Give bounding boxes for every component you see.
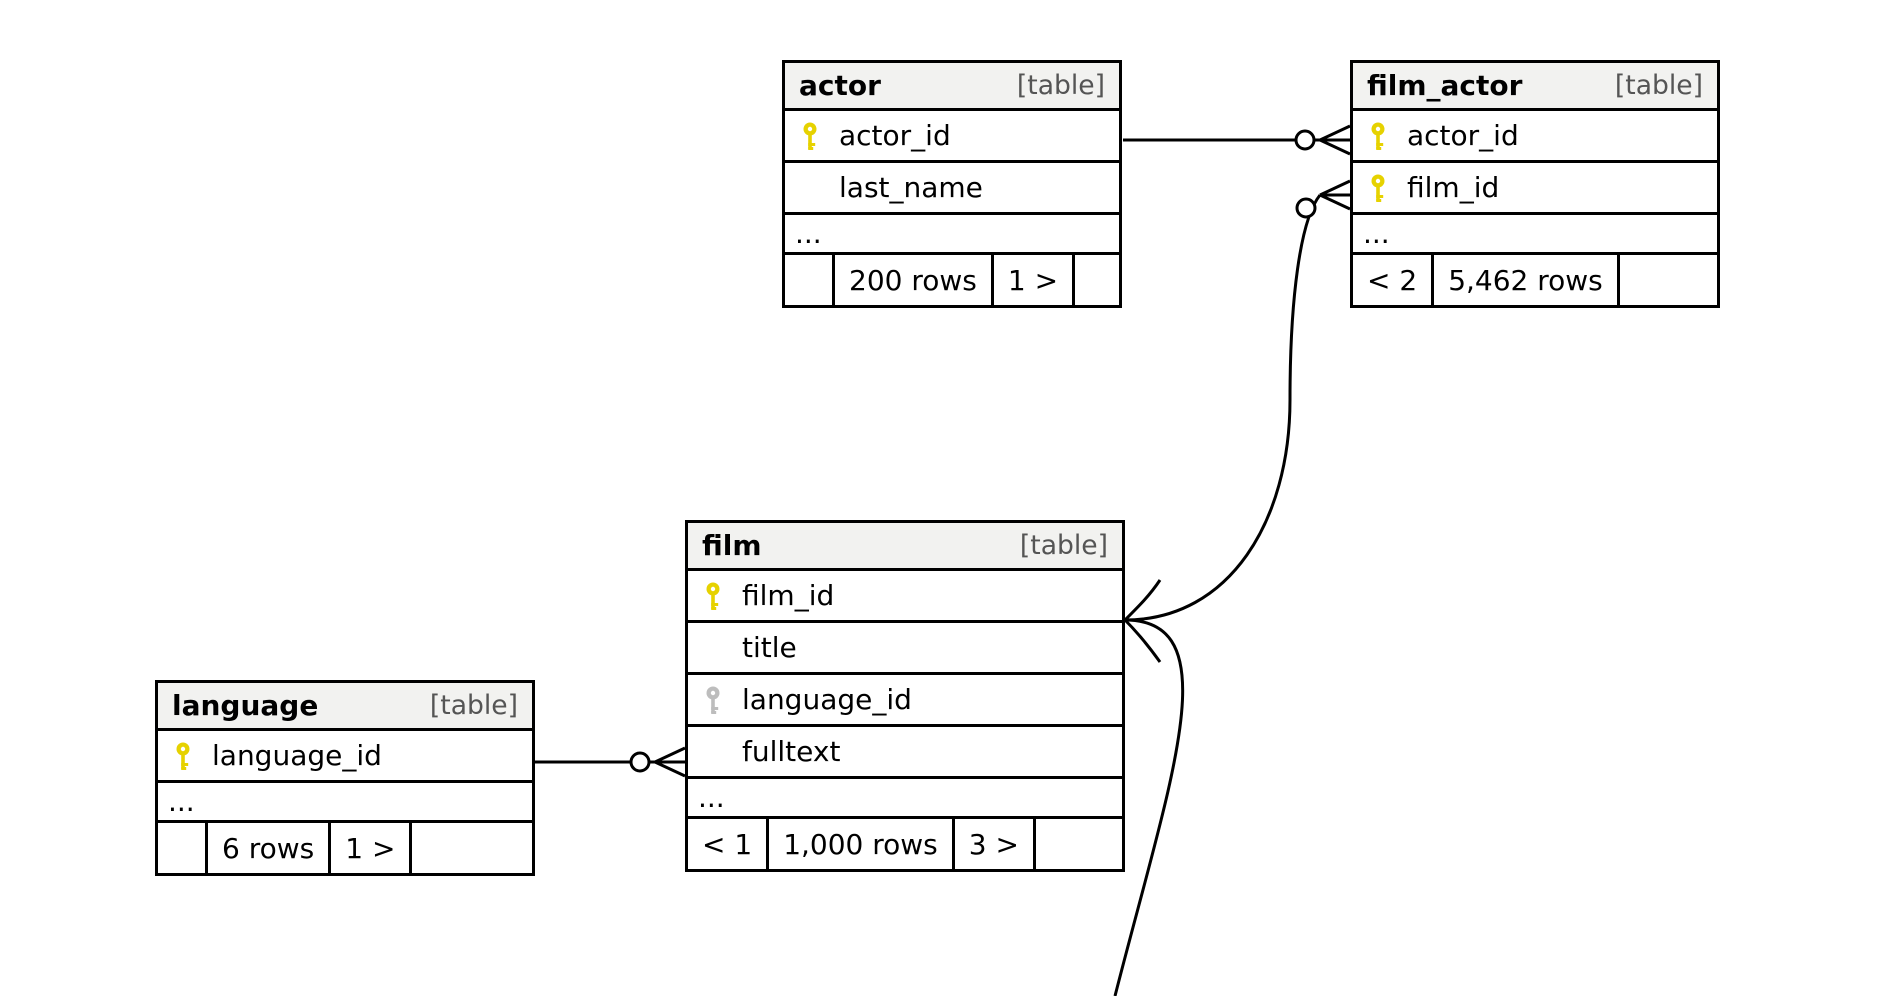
rel-language-film — [535, 748, 685, 776]
table-footer: 200 rows 1 > — [785, 255, 1119, 305]
table-header: film [table] — [688, 523, 1122, 571]
table-language[interactable]: language [table] language_id ... 6 rows … — [155, 680, 535, 876]
more-columns[interactable]: ... — [158, 783, 532, 823]
table-film-actor[interactable]: film_actor [table] actor_id film_id ... … — [1350, 60, 1720, 308]
row-count: 6 rows — [208, 823, 331, 873]
key-icon — [1353, 173, 1403, 203]
column-name: language_id — [738, 683, 1114, 716]
more-columns[interactable]: ... — [688, 779, 1122, 819]
table-film[interactable]: film [table] film_id title language_id f… — [685, 520, 1125, 872]
column-row[interactable]: film_id — [1353, 163, 1717, 215]
more-columns[interactable]: ... — [785, 215, 1119, 255]
table-header: film_actor [table] — [1353, 63, 1717, 111]
key-icon — [688, 685, 738, 715]
key-icon — [688, 581, 738, 611]
column-name: actor_id — [1403, 119, 1709, 152]
key-icon — [1353, 121, 1403, 151]
table-name: actor — [799, 69, 881, 102]
table-footer: 6 rows 1 > — [158, 823, 532, 873]
table-kind: [table] — [1020, 530, 1108, 561]
column-name: title — [738, 631, 1114, 664]
nav-left[interactable]: < 1 — [688, 819, 769, 869]
column-name: film_id — [738, 579, 1114, 612]
nav-left[interactable]: < 2 — [1353, 255, 1434, 305]
row-count: 1,000 rows — [769, 819, 955, 869]
column-row[interactable]: fulltext — [688, 727, 1122, 779]
column-name: language_id — [208, 739, 524, 772]
table-name: language — [172, 689, 318, 722]
rel-actor-filmactor — [1123, 126, 1350, 154]
table-footer: < 1 1,000 rows 3 > — [688, 819, 1122, 869]
rel-film-filmactor — [1115, 181, 1350, 996]
table-kind: [table] — [430, 690, 518, 721]
column-row[interactable]: film_id — [688, 571, 1122, 623]
column-name: last_name — [835, 171, 1111, 204]
column-name: actor_id — [835, 119, 1111, 152]
nav-right[interactable]: 3 > — [955, 819, 1036, 869]
key-icon — [158, 741, 208, 771]
key-icon — [785, 121, 835, 151]
table-actor[interactable]: actor [table] actor_id last_name ... 200… — [782, 60, 1122, 308]
table-name: film — [702, 529, 762, 562]
more-columns[interactable]: ... — [1353, 215, 1717, 255]
er-diagram: { "kind_label": "[table]", "ellipsis": "… — [0, 0, 1902, 996]
column-name: film_id — [1403, 171, 1709, 204]
table-header: actor [table] — [785, 63, 1119, 111]
column-row[interactable]: actor_id — [1353, 111, 1717, 163]
table-footer: < 2 5,462 rows — [1353, 255, 1717, 305]
column-row[interactable]: language_id — [158, 731, 532, 783]
table-header: language [table] — [158, 683, 532, 731]
column-name: fulltext — [738, 735, 1114, 768]
column-row[interactable]: language_id — [688, 675, 1122, 727]
table-kind: [table] — [1615, 70, 1703, 101]
row-count: 5,462 rows — [1434, 255, 1620, 305]
nav-right[interactable]: 1 > — [331, 823, 412, 873]
table-kind: [table] — [1017, 70, 1105, 101]
column-row[interactable]: actor_id — [785, 111, 1119, 163]
table-name: film_actor — [1367, 69, 1522, 102]
column-row[interactable]: title — [688, 623, 1122, 675]
column-row[interactable]: last_name — [785, 163, 1119, 215]
row-count: 200 rows — [835, 255, 994, 305]
nav-right[interactable]: 1 > — [994, 255, 1075, 305]
